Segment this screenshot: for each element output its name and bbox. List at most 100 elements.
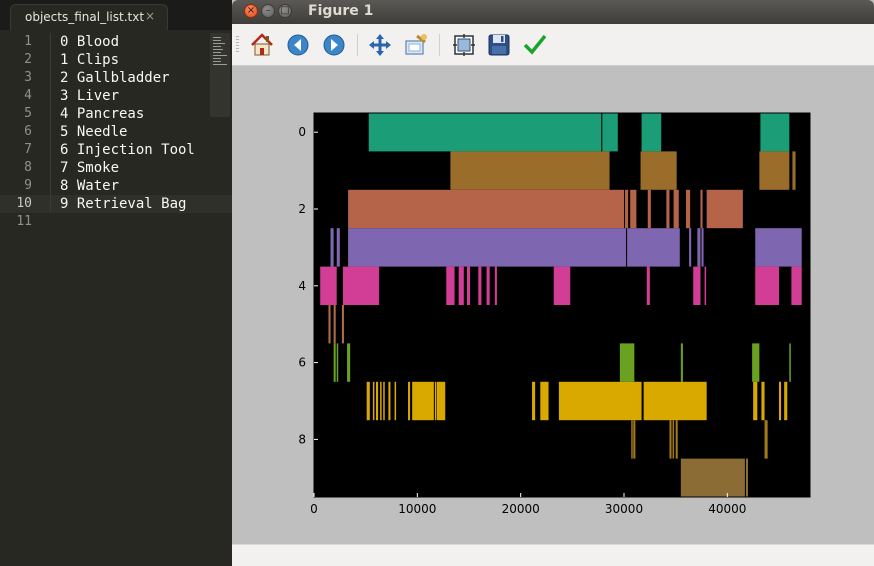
code-line[interactable]: 4 Pancreas bbox=[60, 105, 144, 123]
pan-button[interactable] bbox=[365, 30, 395, 60]
status-bar bbox=[232, 544, 874, 566]
bar-segment-class-4 bbox=[646, 266, 650, 305]
bar-segment-class-3 bbox=[755, 228, 802, 267]
code-line[interactable]: 0 Blood bbox=[60, 33, 119, 51]
bar-segment-class-5 bbox=[341, 305, 344, 344]
arrow-right-icon bbox=[323, 34, 345, 56]
minimap-line bbox=[213, 37, 221, 38]
minimap-line bbox=[213, 40, 221, 41]
code-line[interactable]: 9 Retrieval Bag bbox=[60, 195, 186, 213]
forward-button[interactable] bbox=[319, 30, 349, 60]
toolbar-separator bbox=[357, 34, 358, 56]
bar-segment-class-3 bbox=[689, 228, 692, 267]
window-minimize-button[interactable]: – bbox=[261, 4, 275, 18]
x-tick-label: 30000 bbox=[605, 502, 643, 516]
line-number: 8 bbox=[24, 160, 32, 175]
code-line[interactable]: 6 Injection Tool bbox=[60, 141, 195, 159]
move-arrows-icon bbox=[369, 34, 391, 56]
bar-segment-class-7 bbox=[643, 381, 707, 421]
bar-segment-class-9 bbox=[680, 458, 745, 497]
tab-close-icon[interactable]: × bbox=[145, 9, 155, 23]
bar-segment-class-6 bbox=[336, 343, 339, 382]
minimap[interactable] bbox=[210, 33, 230, 117]
line-number: 2 bbox=[24, 52, 32, 67]
zoom-button[interactable] bbox=[401, 30, 431, 60]
tab-label: objects_final_list.txt bbox=[25, 10, 145, 24]
bar-segment-class-4 bbox=[478, 266, 482, 305]
line-number: 10 bbox=[16, 196, 32, 211]
close-icon: × bbox=[246, 5, 256, 16]
bar-segment-class-4 bbox=[342, 266, 380, 305]
bar-segment-class-7 bbox=[412, 381, 434, 421]
window-maximize-button[interactable]: □ bbox=[278, 4, 292, 18]
figure-canvas[interactable]: 0 10000 20000 30000 40000 0 2 4 6 8 bbox=[232, 66, 874, 544]
bar-segment-class-2 bbox=[686, 189, 691, 229]
edit-axes-button[interactable] bbox=[520, 30, 550, 60]
checkmark-icon bbox=[523, 34, 547, 55]
code-line[interactable]: 1 Clips bbox=[60, 51, 119, 69]
toolbar-separator bbox=[439, 34, 440, 56]
window-title: Figure 1 bbox=[308, 3, 374, 19]
home-button[interactable] bbox=[247, 30, 277, 60]
y-tick-label: 8 bbox=[298, 432, 306, 446]
arrow-left-icon bbox=[287, 34, 309, 56]
bar-segment-class-2 bbox=[625, 189, 629, 229]
bar-segment-class-7 bbox=[376, 381, 379, 421]
bar-segment-class-7 bbox=[532, 381, 536, 421]
code-line[interactable]: 2 Gallbladder bbox=[60, 69, 170, 87]
line-number: 4 bbox=[24, 88, 32, 103]
code-line[interactable]: 7 Smoke bbox=[60, 159, 119, 177]
bar-segment-class-3 bbox=[701, 228, 704, 267]
bar-segment-class-4 bbox=[446, 266, 455, 305]
bar-segment-class-7 bbox=[558, 381, 642, 421]
bar-segment-class-4 bbox=[704, 266, 707, 305]
line-number: 7 bbox=[24, 142, 32, 157]
toolbar-grip[interactable] bbox=[236, 36, 239, 54]
x-tick-label: 40000 bbox=[708, 502, 746, 516]
line-number: 1 bbox=[24, 34, 32, 49]
bar-segment-class-4 bbox=[791, 266, 802, 305]
code-line[interactable]: 8 Water bbox=[60, 177, 119, 195]
subplots-button[interactable] bbox=[449, 30, 479, 60]
minimize-icon: – bbox=[265, 5, 271, 16]
bar-segment-class-4 bbox=[486, 266, 490, 305]
tab-objects-final-list[interactable]: objects_final_list.txt × bbox=[10, 4, 168, 30]
bar-segment-class-5 bbox=[328, 305, 331, 344]
bar-segment-class-1 bbox=[450, 151, 610, 190]
bar-segment-class-1 bbox=[640, 151, 677, 190]
window-titlebar[interactable]: × – □ Figure 1 bbox=[232, 0, 874, 24]
x-tick-label: 20000 bbox=[502, 502, 540, 516]
save-button[interactable] bbox=[484, 30, 514, 60]
bar-segment-class-4 bbox=[755, 266, 779, 305]
minimap-line bbox=[213, 52, 222, 53]
bar-segment-class-8 bbox=[672, 420, 675, 459]
subplots-icon bbox=[453, 34, 475, 56]
tab-bar: objects_final_list.txt × bbox=[0, 0, 232, 30]
zoom-rect-icon bbox=[405, 34, 427, 55]
bar-segment-class-7 bbox=[436, 381, 446, 421]
bar-segment-class-4 bbox=[693, 266, 701, 305]
code-line[interactable]: 3 Liver bbox=[60, 87, 119, 105]
line-number: 11 bbox=[16, 214, 32, 229]
text-editor[interactable]: objects_final_list.txt × 1 2 3 4 5 6 7 8 9 10 11 0… bbox=[0, 0, 232, 566]
bar-segment-class-4 bbox=[320, 266, 337, 305]
bar-segment-class-7 bbox=[366, 381, 370, 421]
minimap-line bbox=[213, 58, 221, 59]
bar-segment-class-8 bbox=[669, 420, 672, 459]
bar-segment-class-6 bbox=[347, 343, 351, 382]
minimap-line bbox=[213, 43, 226, 44]
code-line[interactable]: 5 Needle bbox=[60, 123, 127, 141]
bar-segment-class-1 bbox=[759, 151, 790, 190]
maximize-icon: □ bbox=[280, 5, 290, 16]
indent-guide bbox=[50, 33, 51, 213]
bar-segment-class-0 bbox=[760, 113, 790, 152]
bar-segment-class-8 bbox=[764, 420, 768, 459]
broken-bar-chart: 0 10000 20000 30000 40000 0 2 4 6 8 bbox=[298, 112, 811, 516]
bar-segment-class-7 bbox=[761, 381, 765, 421]
bar-segment-class-7 bbox=[779, 381, 782, 421]
line-number: 3 bbox=[24, 70, 32, 85]
y-tick-label: 0 bbox=[298, 125, 306, 139]
window-close-button[interactable]: × bbox=[244, 4, 258, 18]
back-button[interactable] bbox=[283, 30, 313, 60]
bar-segment-class-7 bbox=[394, 381, 397, 421]
